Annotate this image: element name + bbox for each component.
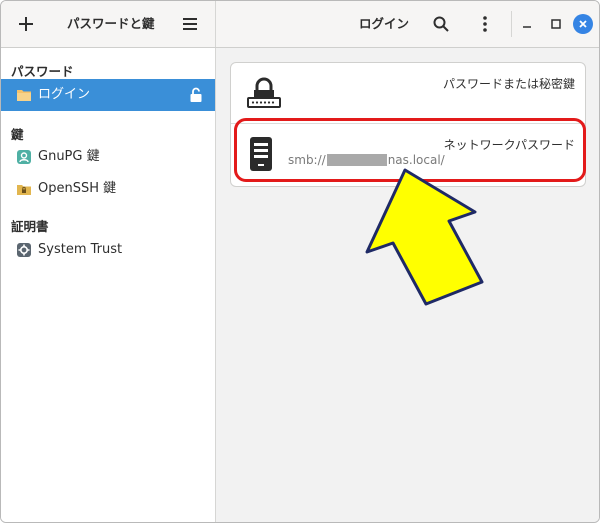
- view-title: ログイン: [359, 16, 410, 31]
- settings-gear-icon: [17, 243, 31, 257]
- list-item-password[interactable]: パスワードまたは秘密鍵: [231, 63, 585, 123]
- sidebar-item-gnupg[interactable]: GnuPG 鍵: [1, 141, 215, 173]
- menu-button[interactable]: [175, 9, 205, 39]
- header-left: パスワードと鍵: [1, 1, 216, 47]
- item-list: パスワードまたは秘密鍵 ネットワークパスワード smb:// nas.local/: [230, 62, 586, 187]
- close-icon: [579, 20, 587, 28]
- close-button[interactable]: [573, 14, 593, 34]
- url-suffix: nas.local/: [387, 153, 445, 167]
- folder-lock-icon: [17, 185, 31, 195]
- redacted-hostname: [326, 154, 387, 166]
- password-lock-icon: [247, 77, 281, 108]
- hamburger-icon: [183, 18, 197, 30]
- plus-icon: [19, 17, 33, 31]
- add-button[interactable]: [11, 9, 41, 39]
- sidebar-item-system-trust[interactable]: System Trust: [1, 234, 215, 266]
- vertical-dots-icon: [483, 16, 487, 32]
- more-options-button[interactable]: [470, 9, 500, 39]
- maximize-icon: [551, 19, 561, 29]
- section-heading-passwords: パスワード: [11, 64, 74, 79]
- sidebar-item-label: GnuPG 鍵: [38, 149, 100, 164]
- sidebar-item-label: System Trust: [38, 242, 123, 257]
- sidebar: パスワード ログイン 鍵 GnuPG 鍵 OpenSSH 鍵 証明書 Syste…: [1, 48, 216, 522]
- maximize-button[interactable]: [546, 14, 566, 34]
- section-heading-certificates: 証明書: [11, 219, 49, 234]
- gnupg-key-icon: [17, 150, 31, 164]
- sidebar-item-label: OpenSSH 鍵: [38, 181, 117, 196]
- main-content: パスワードまたは秘密鍵 ネットワークパスワード smb:// nas.local/: [216, 48, 599, 522]
- header-bar: パスワードと鍵 ログイン: [1, 1, 599, 48]
- sidebar-item-openssh[interactable]: OpenSSH 鍵: [1, 173, 215, 205]
- search-icon: [433, 16, 449, 32]
- server-icon: [250, 137, 272, 171]
- header-separator: [511, 11, 512, 37]
- sidebar-item-label: ログイン: [38, 87, 91, 102]
- app-title: パスワードと鍵: [67, 16, 155, 31]
- folder-icon: [17, 90, 31, 101]
- app-window: パスワードと鍵 ログイン パスワード ログイン 鍵 GnuPG 鍵 OpenSS…: [0, 0, 600, 523]
- minimize-icon: [523, 26, 531, 28]
- item-description: ネットワークパスワード: [443, 138, 575, 152]
- sidebar-item-login[interactable]: ログイン: [1, 79, 215, 111]
- minimize-button[interactable]: [517, 14, 537, 34]
- url-prefix: smb://: [288, 153, 326, 167]
- search-button[interactable]: [426, 9, 456, 39]
- item-description: パスワードまたは秘密鍵: [442, 77, 575, 91]
- item-url: smb:// nas.local/: [288, 153, 445, 167]
- unlocked-icon[interactable]: [189, 87, 203, 103]
